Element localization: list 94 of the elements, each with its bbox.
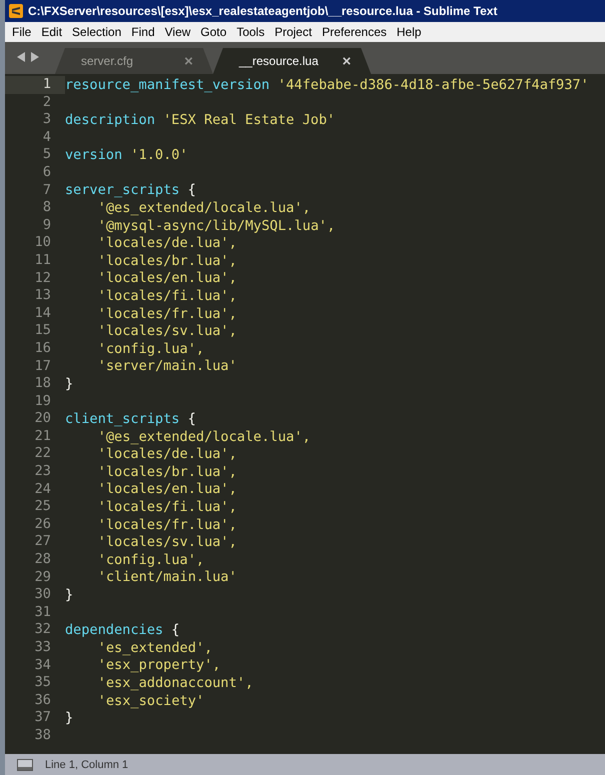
line-number: 8 bbox=[42, 199, 52, 217]
code-token: '@es_extended/locale.lua', bbox=[98, 428, 311, 445]
file-tab[interactable]: server.cfg × bbox=[55, 48, 213, 74]
line-number: 26 bbox=[34, 516, 52, 534]
line-number: 38 bbox=[34, 726, 52, 745]
close-icon[interactable]: × bbox=[342, 52, 351, 70]
code-token: 'locales/br.lua', bbox=[98, 252, 237, 269]
menu-item[interactable]: Goto bbox=[196, 25, 232, 39]
menu-item[interactable]: View bbox=[160, 25, 196, 39]
line-number: 3 bbox=[42, 111, 52, 129]
code-token: '@es_extended/locale.lua', bbox=[98, 200, 311, 216]
menu-item[interactable]: Tools bbox=[232, 25, 270, 39]
line-number: 11 bbox=[34, 252, 52, 270]
file-tab[interactable]: __resource.lua × bbox=[213, 48, 371, 74]
code-token: 'esx_addonaccount', bbox=[98, 674, 254, 691]
line-number: 27 bbox=[34, 533, 52, 552]
line-number: 7 bbox=[42, 182, 52, 200]
menu-item[interactable]: Edit bbox=[36, 25, 68, 39]
code-token: 'esx_society' bbox=[98, 692, 204, 709]
line-number: 21 bbox=[34, 428, 52, 446]
code-token: description bbox=[65, 112, 156, 128]
menu-item[interactable]: Help bbox=[392, 25, 426, 39]
code-token: version bbox=[65, 147, 122, 164]
code-token: resource_manifest_version bbox=[65, 76, 270, 93]
line-number: 2 bbox=[42, 94, 52, 112]
code-token: } bbox=[65, 587, 74, 604]
code-token: '44febabe-d386-4d18-afbe-5e627f4af937' bbox=[278, 76, 589, 93]
code-token: dependencies bbox=[65, 622, 164, 638]
code-token: 'locales/fi.lua', bbox=[98, 499, 237, 516]
code-token: 'locales/fr.lua', bbox=[98, 306, 237, 322]
menu-item[interactable]: Find bbox=[126, 25, 160, 39]
menu-item[interactable]: Project bbox=[270, 25, 317, 39]
code-token: 'locales/br.lua', bbox=[98, 464, 237, 480]
panel-icon[interactable] bbox=[17, 758, 33, 770]
code-token: 'locales/en.lua', bbox=[98, 270, 237, 286]
code-token: client_scripts bbox=[65, 411, 180, 428]
line-number: 22 bbox=[34, 445, 52, 464]
code-token: 'es_extended', bbox=[98, 640, 212, 656]
line-number: 15 bbox=[34, 322, 52, 340]
line-number: 29 bbox=[34, 568, 52, 586]
code-token: 'locales/sv.lua', bbox=[98, 534, 237, 550]
menu-item[interactable]: Preferences bbox=[316, 25, 392, 39]
line-number: 35 bbox=[34, 674, 52, 692]
code-token: 'locales/sv.lua', bbox=[98, 323, 237, 340]
code-token: server_scripts bbox=[65, 182, 180, 198]
code-token: { bbox=[171, 622, 180, 638]
line-number: 37 bbox=[34, 709, 52, 727]
line-number: 30 bbox=[34, 586, 52, 604]
code-token: 'locales/en.lua', bbox=[98, 481, 237, 498]
line-number: 14 bbox=[34, 304, 52, 322]
line-number: 33 bbox=[34, 639, 52, 657]
menu-item[interactable]: Selection bbox=[67, 25, 126, 39]
code-token: 'ESX Real Estate Job' bbox=[163, 112, 336, 128]
line-number: 1 bbox=[5, 76, 65, 94]
code-token: 'locales/fr.lua', bbox=[98, 516, 237, 533]
code-token: 'esx_property', bbox=[98, 657, 221, 674]
code-token: 'locales/de.lua', bbox=[98, 446, 237, 462]
line-number: 9 bbox=[42, 216, 52, 234]
code-token: 'client/main.lua' bbox=[98, 569, 237, 586]
line-number: 36 bbox=[34, 692, 52, 710]
code-token: '@mysql-async/lib/MySQL.lua', bbox=[98, 218, 336, 234]
line-number: 32 bbox=[34, 621, 52, 639]
code-token: 'config.lua', bbox=[98, 340, 204, 357]
code-token: '1.0.0' bbox=[130, 147, 188, 164]
line-number: 17 bbox=[34, 358, 52, 376]
code-token: } bbox=[65, 710, 74, 726]
line-number: 31 bbox=[34, 604, 52, 622]
line-number: 4 bbox=[42, 128, 52, 146]
line-number: 16 bbox=[34, 340, 52, 358]
code-token: 'locales/fi.lua', bbox=[98, 288, 237, 304]
line-number: 19 bbox=[34, 392, 52, 410]
window-title: C:\FXServer\resources\[esx]\esx_realestateagentjob\__resource.lua - Sublime Text bbox=[28, 4, 498, 18]
code-token: 'server/main.lua' bbox=[98, 358, 237, 374]
line-number: 18 bbox=[34, 375, 52, 393]
code-token: { bbox=[188, 411, 196, 428]
cursor-position: Line 1, Column 1 bbox=[45, 758, 128, 770]
line-number: 34 bbox=[34, 656, 52, 674]
code-token: 'config.lua', bbox=[98, 552, 204, 568]
line-number: 24 bbox=[34, 480, 52, 498]
app-logo-icon bbox=[8, 3, 24, 19]
line-number: 28 bbox=[34, 551, 52, 569]
line-number: 20 bbox=[34, 410, 52, 428]
line-number: 10 bbox=[34, 234, 52, 252]
line-number: 13 bbox=[34, 287, 52, 305]
line-number: 25 bbox=[34, 498, 52, 516]
code-token: 'locales/de.lua', bbox=[98, 235, 237, 252]
code-token: } bbox=[65, 376, 74, 392]
menu-item[interactable]: File bbox=[7, 25, 36, 39]
code-token: { bbox=[188, 182, 196, 198]
line-number: 6 bbox=[42, 164, 52, 182]
tab-navigation-arrows-icon[interactable] bbox=[15, 51, 41, 63]
line-number: 5 bbox=[42, 146, 52, 164]
line-number: 12 bbox=[34, 270, 52, 288]
line-number: 23 bbox=[34, 463, 52, 481]
